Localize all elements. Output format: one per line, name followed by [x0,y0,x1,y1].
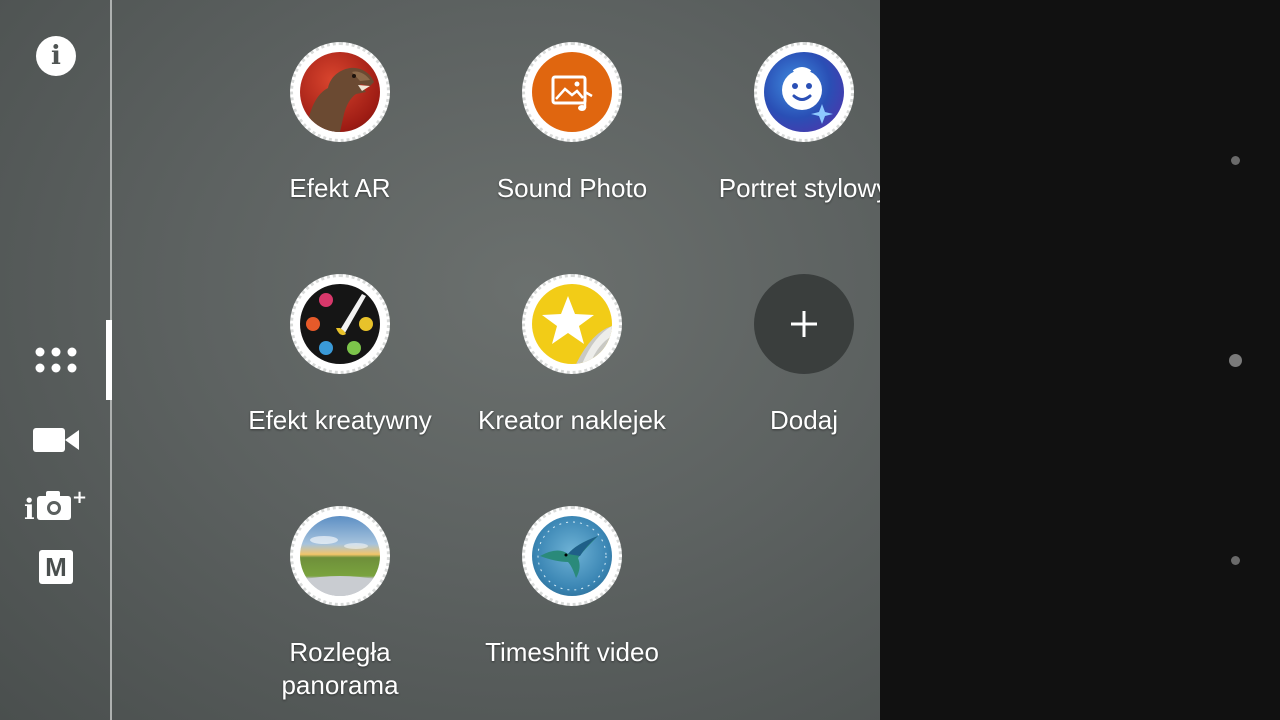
app-efekt-kreatywny[interactable]: Efekt kreatywny [225,274,455,437]
app-label: Timeshift video [485,637,659,667]
app-kreator-naklejek[interactable]: Kreator naklejek [457,274,687,437]
creative-effect-palette-icon [290,274,390,374]
svg-text:+: + [72,488,87,508]
superior-auto-camera-icon[interactable]: i + [24,487,88,526]
sound-photo-icon [522,42,622,142]
app-portret-stylowy[interactable]: Portret stylowy [689,42,880,205]
app-label: Kreator naklejek [478,405,666,435]
app-label: Efekt kreatywny [248,405,432,435]
app-timeshift-video[interactable]: Timeshift video [457,506,687,669]
app-dodaj[interactable]: Dodaj [689,274,880,437]
info-glyph: i [51,41,61,71]
svg-text:i: i [24,493,35,522]
dinosaur-ar-icon [290,42,390,142]
app-rozlegla-panorama[interactable]: Rozległa panorama [225,506,455,702]
active-mode-indicator [106,320,112,400]
app-label: Dodaj [770,405,838,435]
camera-apps-panel: i i + M Efekt AR Sound Photo Portret sty… [0,0,880,720]
app-label: Efekt AR [289,173,391,203]
page-indicator-dot[interactable] [1231,556,1240,565]
sticker-creator-icon [522,274,622,374]
app-label: Rozległa panorama [281,637,399,700]
app-label: Portret stylowy [718,173,880,203]
page-indicator-dot[interactable] [1231,156,1240,165]
page-indicator-dot-active[interactable] [1229,354,1242,367]
apps-grid-icon[interactable] [34,346,78,374]
app-efekt-ar[interactable]: Efekt AR [225,42,455,205]
info-icon[interactable]: i [36,36,76,76]
app-label: Sound Photo [496,173,648,203]
hummingbird-timeshift-icon [522,506,622,606]
app-sound-photo[interactable]: Sound Photo [457,42,687,205]
manual-mode-label: M [45,552,67,582]
plus-icon [754,274,854,374]
style-portrait-icon [754,42,854,142]
panorama-icon [290,506,390,606]
video-camera-icon[interactable] [33,426,79,454]
manual-mode-icon[interactable]: M [39,550,73,584]
